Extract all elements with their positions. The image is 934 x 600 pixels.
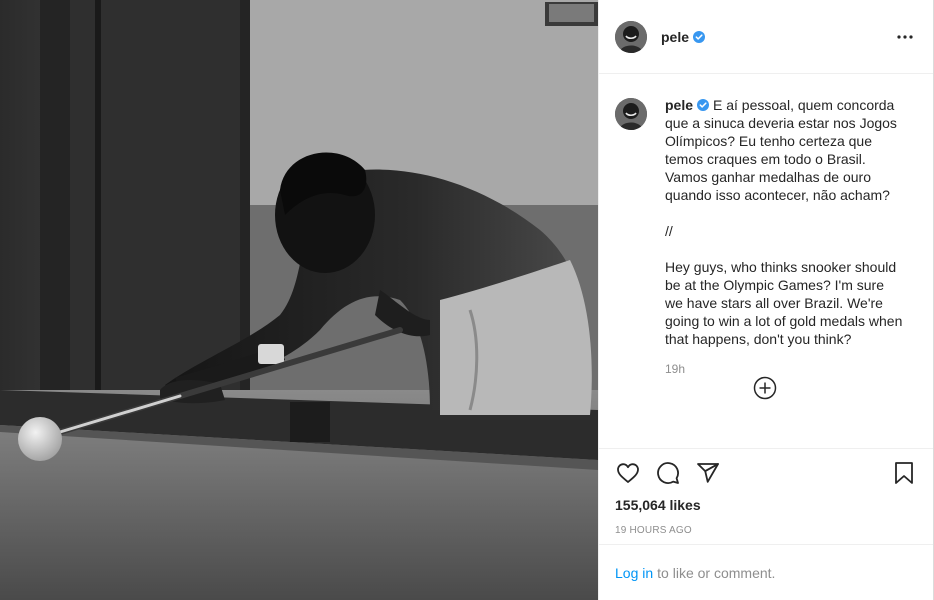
caption: pele E aí pessoal, quem concorda que a si…: [615, 96, 917, 378]
login-text: to like or comment.: [657, 564, 776, 581]
post-image[interactable]: [0, 0, 598, 600]
caption-username[interactable]: pele: [665, 97, 693, 113]
header-username[interactable]: pele: [661, 29, 689, 45]
bookmark-icon[interactable]: [891, 460, 917, 486]
likes-count[interactable]: 155,064 likes: [615, 497, 917, 513]
heart-icon[interactable]: [615, 460, 641, 486]
avatar-image: [615, 20, 647, 53]
caption-body: pele E aí pessoal, quem concorda que a si…: [665, 96, 905, 378]
comment-icon[interactable]: [655, 460, 681, 486]
plus-circle-icon[interactable]: [753, 376, 777, 400]
caption-text: pele E aí pessoal, quem concorda que a si…: [665, 96, 905, 348]
caption-time[interactable]: 19h: [665, 360, 905, 378]
actions-area: 155,064 likes 19 HOURS AGO: [599, 448, 933, 544]
avatar[interactable]: [615, 20, 647, 53]
post-timestamp: 19 HOURS AGO: [615, 525, 692, 536]
paper-plane-icon[interactable]: [695, 460, 721, 486]
verified-badge-icon: [693, 30, 706, 43]
caption-avatar-image: [615, 98, 647, 130]
post-header: pele: [599, 0, 933, 74]
more-options-icon[interactable]: [893, 25, 917, 49]
post-photo: [0, 0, 598, 600]
caption-content: E aí pessoal, quem concorda que a sinuca…: [665, 97, 903, 347]
instagram-post: pele pele E aí pessoal, quem concorda qu…: [0, 0, 934, 600]
caption-avatar[interactable]: [615, 98, 647, 130]
action-bar: [615, 449, 917, 497]
verified-badge-icon: [697, 99, 710, 112]
login-link[interactable]: Log in: [615, 565, 653, 581]
login-prompt: Log in to like or comment.: [599, 544, 933, 600]
post-sidebar: pele pele E aí pessoal, quem concorda qu…: [598, 0, 934, 600]
comments-section: pele E aí pessoal, quem concorda que a si…: [599, 74, 933, 448]
